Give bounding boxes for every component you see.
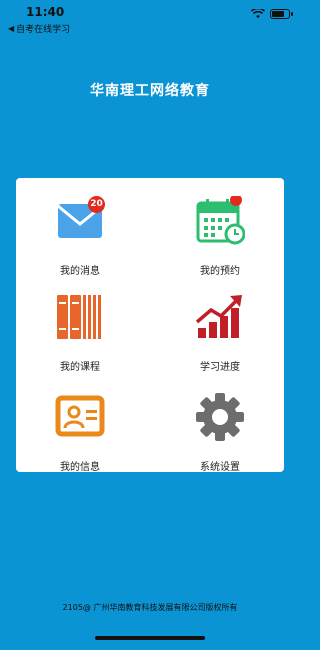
menu-item-appointments[interactable]: 我的预约 [170, 196, 270, 277]
copyright-footer: 2105@ 广州华南教育科技发展有限公司版权所有 [62, 603, 238, 612]
back-to-app-link[interactable]: ◀ 自考在线学习 [8, 22, 70, 35]
menu-label-settings: 系统设置 [200, 462, 240, 473]
menu-item-info[interactable]: 我的信息 [30, 392, 130, 473]
battery-icon [270, 9, 293, 19]
gear-icon [196, 393, 244, 441]
menu-item-courses[interactable]: 我的课程 [30, 292, 130, 373]
message-count-badge: 20 [88, 196, 105, 213]
id-card-icon [55, 395, 105, 437]
menu-item-progress[interactable]: 学习进度 [170, 292, 270, 373]
menu-item-messages[interactable]: 我的消息 [30, 196, 130, 277]
page-title: 华南理工网络教育 [90, 83, 210, 99]
menu-item-settings[interactable]: 系统设置 [170, 392, 270, 473]
status-bar: 11:40 [0, 0, 300, 22]
menu-panel: 我的消息 我的预约 我的课程 学习进度 我的信息 系统设置 [16, 178, 284, 473]
menu-label-courses: 我的课程 [60, 362, 100, 373]
status-time: 11:40 [26, 5, 65, 19]
calendar-icon [196, 196, 245, 245]
back-app-label: 自考在线学习 [16, 25, 71, 35]
status-icons [251, 9, 293, 19]
wifi-icon [251, 9, 265, 18]
menu-label-appointments: 我的预约 [200, 266, 240, 277]
back-arrow-icon: ◀ [8, 24, 15, 33]
growth-chart-icon [195, 295, 242, 338]
books-icon [57, 295, 101, 339]
menu-label-messages: 我的消息 [60, 266, 100, 277]
menu-label-progress: 学习进度 [200, 362, 240, 373]
home-indicator[interactable] [95, 636, 205, 640]
menu-label-info: 我的信息 [60, 462, 100, 473]
